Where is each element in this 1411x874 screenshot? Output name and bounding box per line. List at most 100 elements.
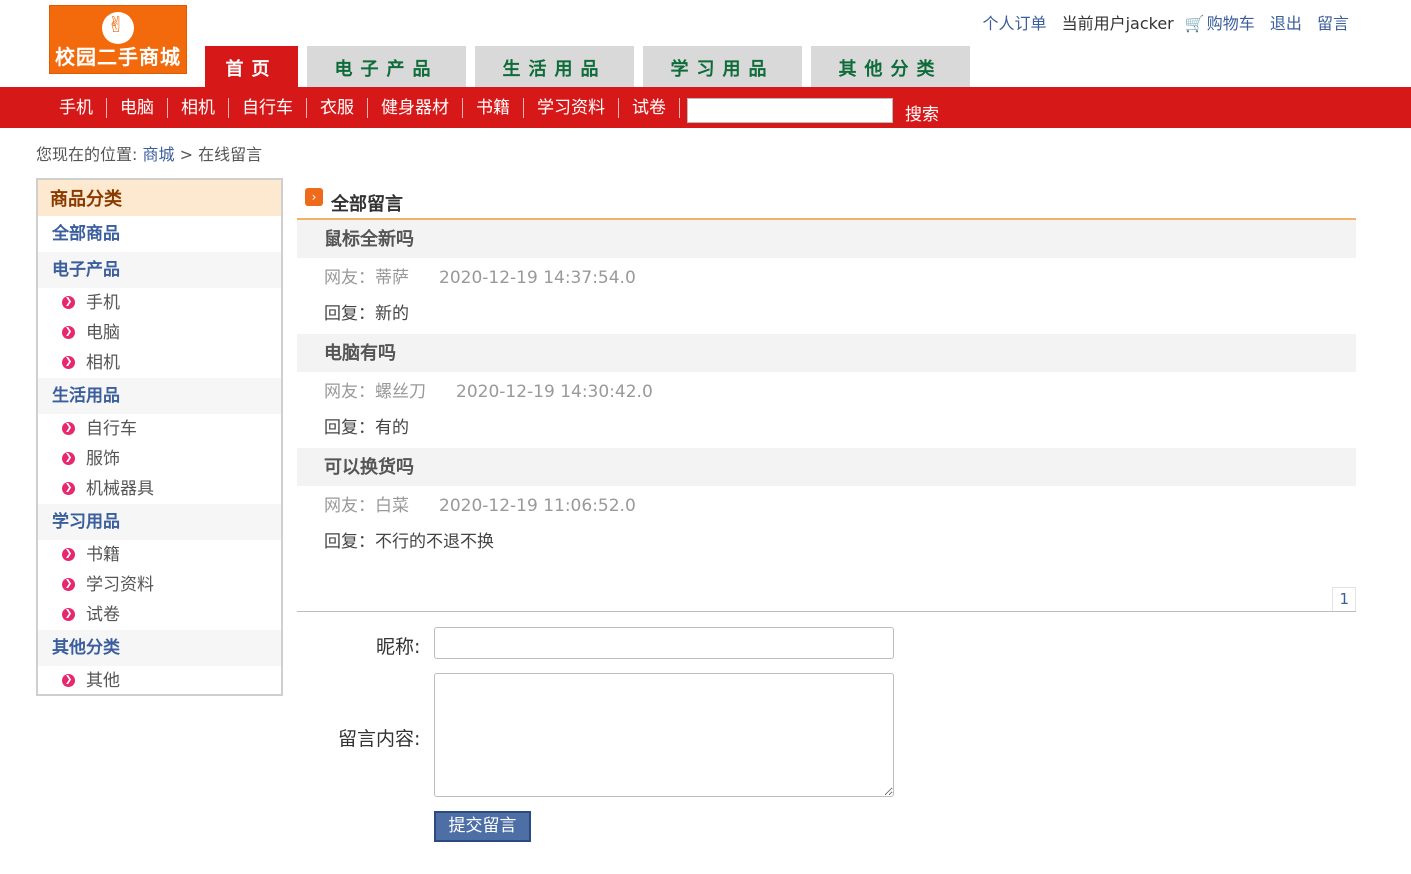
bullet-arrow-icon: ❯ bbox=[62, 578, 75, 591]
content-label: 留言内容: bbox=[338, 728, 421, 750]
message-reply: 回复：新的 bbox=[324, 304, 409, 324]
sidebar-item-all[interactable]: 全部商品 bbox=[38, 216, 281, 252]
bullet-arrow-icon: ❯ bbox=[62, 296, 75, 309]
logo-text: 校园二手商城 bbox=[55, 45, 181, 69]
bullet-arrow-icon: ❯ bbox=[62, 608, 75, 621]
sidebar-item-exams[interactable]: ❯ 试卷 bbox=[38, 600, 281, 630]
bullet-arrow-icon: ❯ bbox=[62, 452, 75, 465]
sidebar-item-bicycle[interactable]: ❯ 自行车 bbox=[38, 414, 281, 444]
top-links: 个人订单 当前用户jacker 🛒 购物车 退出 留言 bbox=[972, 10, 1349, 34]
messages-link[interactable]: 留言 bbox=[1317, 14, 1349, 33]
message-time: 2020-12-19 14:37:54.0 bbox=[439, 268, 636, 288]
subnav-bicycle[interactable]: 自行车 bbox=[229, 98, 307, 118]
section-arrow-icon: › bbox=[305, 188, 323, 206]
pagination-page[interactable]: 1 bbox=[1332, 587, 1356, 612]
breadcrumb-prefix: 您现在的位置: bbox=[36, 145, 138, 164]
message-meta: 网友：蒂萨 2020-12-19 14:37:54.0 bbox=[297, 258, 1356, 296]
message-item: 可以换货吗 网友：白菜 2020-12-19 11:06:52.0 回复：不行的不… bbox=[297, 448, 1356, 562]
subnav-books[interactable]: 书籍 bbox=[463, 98, 524, 118]
sidebar-item-phone[interactable]: ❯ 手机 bbox=[38, 288, 281, 318]
message-reply: 回复：有的 bbox=[324, 418, 409, 438]
logout-link[interactable]: 退出 bbox=[1270, 14, 1302, 33]
tab-home[interactable]: 首页 bbox=[205, 46, 298, 87]
tab-study-goods[interactable]: 学习用品 bbox=[643, 46, 802, 87]
message-title: 可以换货吗 bbox=[297, 448, 1356, 486]
bullet-arrow-icon: ❯ bbox=[62, 482, 75, 495]
sidebar-item-label: 服饰 bbox=[86, 449, 120, 469]
submit-message-button[interactable]: 提交留言 bbox=[434, 811, 531, 842]
tab-daily-goods[interactable]: 生活用品 bbox=[475, 46, 634, 87]
breadcrumb: 您现在的位置: 商城 > 在线留言 bbox=[36, 141, 262, 165]
message-author: 网友：螺丝刀 bbox=[324, 382, 426, 402]
message-author: 网友：白菜 bbox=[324, 496, 409, 516]
divider bbox=[297, 611, 1356, 612]
message-title: 鼠标全新吗 bbox=[297, 220, 1356, 258]
sidebar-group-study[interactable]: 学习用品 bbox=[38, 504, 281, 540]
message-title: 电脑有吗 bbox=[297, 334, 1356, 372]
header: 校园二手商城 个人订单 当前用户jacker 🛒购物车 退出 留言 首页 电子产… bbox=[0, 0, 1411, 87]
sidebar-item-camera[interactable]: ❯ 相机 bbox=[38, 348, 281, 378]
breadcrumb-separator: > bbox=[179, 145, 194, 164]
message-item: 电脑有吗 网友：螺丝刀 2020-12-19 14:30:42.0 回复：有的 bbox=[297, 334, 1356, 448]
message-time: 2020-12-19 11:06:52.0 bbox=[439, 496, 636, 516]
sidebar-group-daily[interactable]: 生活用品 bbox=[38, 378, 281, 414]
sidebar-item-apparel[interactable]: ❯ 服饰 bbox=[38, 444, 281, 474]
nickname-label: 昵称: bbox=[376, 636, 421, 658]
bullet-arrow-icon: ❯ bbox=[62, 326, 75, 339]
main-nav-tabs: 首页 电子产品 生活用品 学习用品 其他分类 bbox=[205, 46, 979, 87]
sidebar-item-other[interactable]: ❯ 其他 bbox=[38, 666, 281, 696]
category-sidebar: 商品分类 全部商品 电子产品 ❯ 手机 ❯ 电脑 ❯ 相机 生活用品 ❯ 自行车 ❯ 服饰… bbox=[36, 178, 283, 696]
message-board: › 全部留言 鼠标全新吗 网友：蒂萨 2020-12-19 14:37:54.0 … bbox=[297, 182, 1356, 612]
section-title: 全部留言 bbox=[331, 194, 403, 215]
sidebar-title: 商品分类 bbox=[38, 180, 281, 216]
search-button[interactable]: 搜索 bbox=[905, 100, 939, 125]
search-input[interactable] bbox=[687, 98, 893, 123]
message-meta: 网友：螺丝刀 2020-12-19 14:30:42.0 bbox=[297, 372, 1356, 410]
sidebar-item-books[interactable]: ❯ 书籍 bbox=[38, 540, 281, 570]
nickname-field[interactable] bbox=[434, 627, 894, 659]
sidebar-item-label: 试卷 bbox=[86, 605, 120, 625]
breadcrumb-home[interactable]: 商城 bbox=[143, 145, 175, 164]
sidebar-item-materials[interactable]: ❯ 学习资料 bbox=[38, 570, 281, 600]
message-time: 2020-12-19 14:30:42.0 bbox=[456, 382, 653, 402]
subnav-exams[interactable]: 试卷 bbox=[619, 98, 680, 118]
sidebar-item-computer[interactable]: ❯ 电脑 bbox=[38, 318, 281, 348]
sidebar-group-other[interactable]: 其他分类 bbox=[38, 630, 281, 666]
cart-icon[interactable]: 🛒 bbox=[1185, 14, 1205, 33]
sidebar-item-label: 书籍 bbox=[86, 545, 120, 565]
bullet-arrow-icon: ❯ bbox=[62, 356, 75, 369]
message-meta: 网友：白菜 2020-12-19 11:06:52.0 bbox=[297, 486, 1356, 524]
sidebar-item-label: 相机 bbox=[86, 353, 120, 373]
subnav-materials[interactable]: 学习资料 bbox=[524, 98, 619, 118]
tab-electronics[interactable]: 电子产品 bbox=[307, 46, 466, 87]
sidebar-item-label: 学习资料 bbox=[86, 575, 154, 595]
subnav-camera[interactable]: 相机 bbox=[168, 98, 229, 118]
breadcrumb-current: 在线留言 bbox=[198, 145, 263, 164]
sidebar-item-label: 电脑 bbox=[86, 323, 120, 343]
message-item: 鼠标全新吗 网友：蒂萨 2020-12-19 14:37:54.0 回复：新的 bbox=[297, 220, 1356, 334]
cart-link[interactable]: 购物车 bbox=[1207, 14, 1255, 33]
subnav-fitness[interactable]: 健身器材 bbox=[368, 98, 463, 118]
bullet-arrow-icon: ❯ bbox=[62, 674, 75, 687]
bullet-arrow-icon: ❯ bbox=[62, 422, 75, 435]
message-author: 网友：蒂萨 bbox=[324, 268, 409, 288]
sidebar-group-electronics[interactable]: 电子产品 bbox=[38, 252, 281, 288]
sidebar-item-equipment[interactable]: ❯ 机械器具 bbox=[38, 474, 281, 504]
bullet-arrow-icon: ❯ bbox=[62, 548, 75, 561]
sidebar-item-label: 其他 bbox=[86, 671, 120, 691]
subnav-phone[interactable]: 手机 bbox=[46, 98, 107, 118]
sub-nav: 手机 电脑 相机 自行车 衣服 健身器材 书籍 学习资料 试卷 bbox=[46, 98, 680, 118]
subnav-computer[interactable]: 电脑 bbox=[107, 98, 168, 118]
subnav-clothes[interactable]: 衣服 bbox=[307, 98, 368, 118]
my-orders-link[interactable]: 个人订单 bbox=[982, 14, 1046, 33]
sidebar-item-label: 自行车 bbox=[86, 419, 137, 439]
message-content-field[interactable] bbox=[434, 673, 894, 797]
section-header: › 全部留言 bbox=[297, 182, 1356, 220]
sidebar-item-label: 手机 bbox=[86, 293, 120, 313]
sidebar-item-label: 机械器具 bbox=[86, 479, 154, 499]
message-reply: 回复：不行的不退不换 bbox=[324, 532, 494, 552]
tab-other[interactable]: 其他分类 bbox=[811, 46, 970, 87]
current-user: 当前用户jacker bbox=[1061, 14, 1174, 33]
logo-hand-icon bbox=[102, 12, 134, 44]
site-logo[interactable]: 校园二手商城 bbox=[49, 5, 187, 74]
